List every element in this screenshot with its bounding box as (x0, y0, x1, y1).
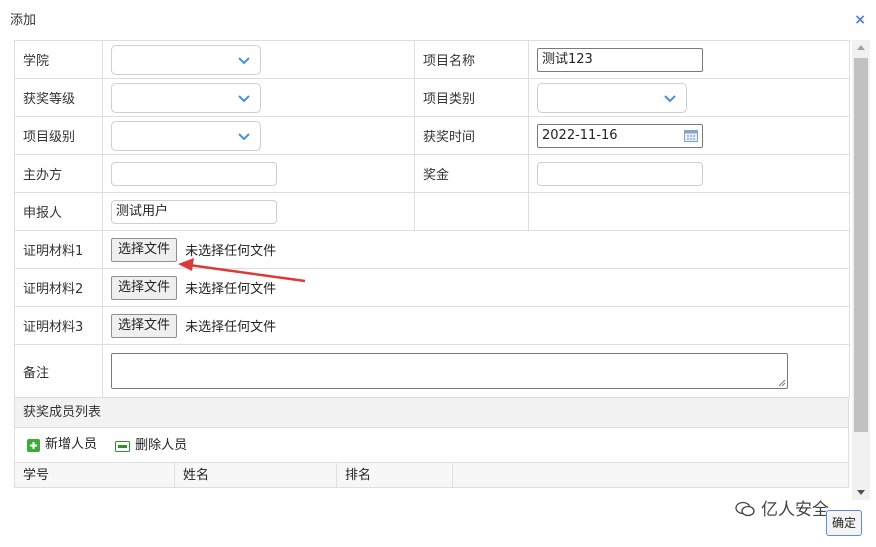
project-type-cell (528, 78, 850, 117)
add-member-button[interactable]: 新增人员 (27, 428, 97, 462)
form-row: 证明材料2 选择文件 未选择任何文件 (14, 268, 850, 307)
college-select[interactable] (111, 44, 261, 75)
award-level-select[interactable] (111, 82, 261, 113)
project-level-label: 项目级别 (14, 116, 103, 155)
add-member-label: 新增人员 (45, 437, 98, 452)
project-type-select[interactable] (537, 82, 687, 113)
prize-input[interactable] (537, 161, 703, 186)
proof1-cell: 选择文件 未选择任何文件 (102, 230, 850, 269)
column-header-rank[interactable]: 排名 (337, 463, 453, 487)
choose-file-button-1[interactable]: 选择文件 (111, 237, 178, 262)
scrollbar-thumb[interactable] (854, 58, 868, 432)
vertical-scrollbar[interactable] (852, 40, 870, 500)
award-level-cell (102, 78, 415, 117)
proof2-cell: 选择文件 未选择任何文件 (102, 268, 850, 307)
award-time-cell: 2022-11-16 (528, 116, 850, 155)
form-row: 学院 项目名称 测试123 (14, 40, 850, 79)
ok-button[interactable]: 确定 (826, 510, 862, 536)
add-form: 学院 项目名称 测试123 获奖等级 项目类别 项目级别 获奖时间 2022-1… (14, 40, 850, 398)
organizer-input[interactable] (111, 161, 277, 186)
chevron-down-icon (238, 132, 250, 140)
project-type-label: 项目类别 (414, 78, 529, 117)
watermark-text: 亿人安全 (761, 500, 829, 520)
remark-label: 备注 (14, 344, 103, 398)
add-dialog: 添加 × 学院 项目名称 测试123 获奖等级 项目类别 项目级别 获奖时间 2… (0, 0, 876, 547)
form-row: 证明材料1 选择文件 未选择任何文件 (14, 230, 850, 269)
wechat-icon (735, 501, 755, 517)
award-time-label: 获奖时间 (414, 116, 529, 155)
applicant-cell: 测试用户 (102, 192, 415, 231)
column-header-empty (453, 463, 848, 487)
members-section-title: 获奖成员列表 (23, 405, 102, 420)
form-row: 备注 (14, 344, 850, 398)
column-header-student-id[interactable]: 学号 (15, 463, 175, 487)
project-name-input[interactable]: 测试123 (537, 47, 703, 72)
empty-cell (528, 192, 850, 231)
project-level-select[interactable] (111, 120, 261, 151)
close-icon[interactable]: × (854, 12, 866, 28)
applicant-label: 申报人 (14, 192, 103, 231)
resize-grip-icon[interactable] (778, 379, 786, 387)
form-row: 申报人 测试用户 (14, 192, 850, 231)
remark-cell (102, 344, 850, 398)
award-time-input[interactable]: 2022-11-16 (537, 123, 703, 148)
remove-icon (115, 440, 131, 452)
organizer-label: 主办方 (14, 154, 103, 193)
project-level-cell (102, 116, 415, 155)
column-header-name[interactable]: 姓名 (175, 463, 337, 487)
delete-member-label: 删除人员 (135, 438, 188, 453)
choose-file-button-2[interactable]: 选择文件 (111, 275, 178, 300)
form-row: 获奖等级 项目类别 (14, 78, 850, 117)
remark-textarea[interactable] (111, 353, 788, 389)
project-name-label: 项目名称 (414, 40, 529, 79)
form-row: 证明材料3 选择文件 未选择任何文件 (14, 306, 850, 345)
chevron-down-icon (238, 56, 250, 64)
no-file-text-2: 未选择任何文件 (185, 282, 277, 297)
form-scroll-area: 学院 项目名称 测试123 获奖等级 项目类别 项目级别 获奖时间 2022-1… (14, 40, 852, 500)
calendar-icon[interactable] (684, 129, 698, 142)
college-label: 学院 (14, 40, 103, 79)
no-file-text-3: 未选择任何文件 (185, 320, 277, 335)
prize-cell (528, 154, 850, 193)
award-level-label: 获奖等级 (14, 78, 103, 117)
members-section-header: 获奖成员列表 (14, 398, 849, 428)
organizer-cell (102, 154, 415, 193)
college-cell (102, 40, 415, 79)
proof1-label: 证明材料1 (14, 230, 103, 269)
proof3-label: 证明材料3 (14, 306, 103, 345)
project-name-cell: 测试123 (528, 40, 850, 79)
add-icon (27, 438, 40, 452)
proof3-cell: 选择文件 未选择任何文件 (102, 306, 850, 345)
watermark: 亿人安全 (735, 495, 829, 520)
empty-cell (414, 192, 529, 231)
prize-label: 奖金 (414, 154, 529, 193)
form-row: 项目级别 获奖时间 2022-11-16 (14, 116, 850, 155)
proof2-label: 证明材料2 (14, 268, 103, 307)
award-time-value: 2022-11-16 (542, 127, 618, 143)
dialog-titlebar: 添加 × (0, 0, 876, 36)
scroll-down-icon[interactable] (852, 484, 870, 500)
members-grid-header: 学号 姓名 排名 (14, 462, 849, 488)
delete-member-button[interactable]: 删除人员 (115, 429, 187, 463)
form-row: 主办方 奖金 (14, 154, 850, 193)
scroll-up-icon[interactable] (852, 40, 870, 56)
dialog-title: 添加 (10, 13, 37, 28)
no-file-text-1: 未选择任何文件 (185, 244, 277, 259)
dialog-footer: 亿人安全 确定 (0, 500, 876, 547)
choose-file-button-3[interactable]: 选择文件 (111, 313, 178, 338)
chevron-down-icon (238, 94, 250, 102)
members-toolbar: 新增人员 删除人员 (14, 428, 849, 462)
applicant-input[interactable]: 测试用户 (111, 199, 277, 224)
chevron-down-icon (664, 94, 676, 102)
